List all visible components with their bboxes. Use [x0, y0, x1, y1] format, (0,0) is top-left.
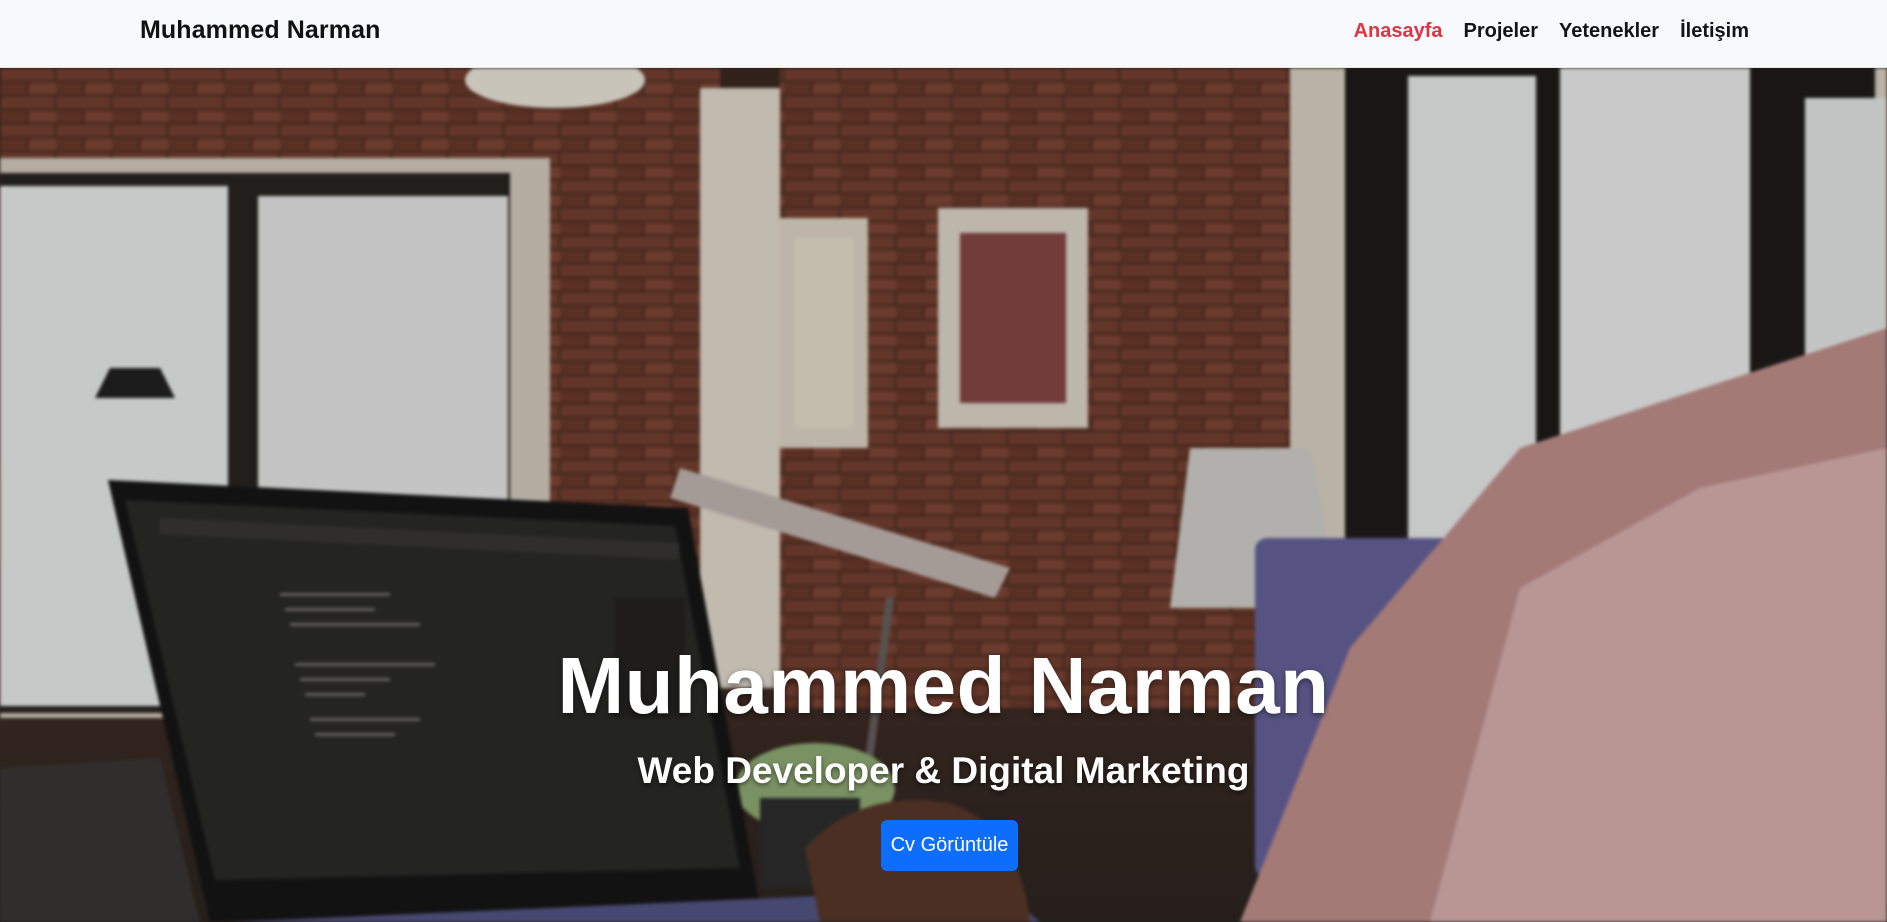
hero-title: Muhammed Narman [557, 641, 1330, 730]
hero-subtitle: Web Developer & Digital Marketing [637, 750, 1250, 791]
nav-link-projects[interactable]: Projeler [1464, 20, 1538, 43]
navbar: Muhammed Narman Anasayfa Projeler Yetene… [0, 0, 1887, 68]
hero-section: Muhammed Narman Web Developer & Digital … [0, 68, 1887, 922]
nav-link-contact[interactable]: İletişim [1680, 20, 1749, 43]
brand-logo[interactable]: Muhammed Narman [140, 16, 380, 45]
nav-link-home[interactable]: Anasayfa [1354, 20, 1443, 43]
nav-link-skills[interactable]: Yetenekler [1559, 20, 1659, 43]
view-cv-button[interactable]: Cv Görüntüle [881, 820, 1018, 871]
hero-overlay [0, 68, 1887, 922]
nav-links: Anasayfa Projeler Yetenekler İletişim [1354, 20, 1749, 43]
